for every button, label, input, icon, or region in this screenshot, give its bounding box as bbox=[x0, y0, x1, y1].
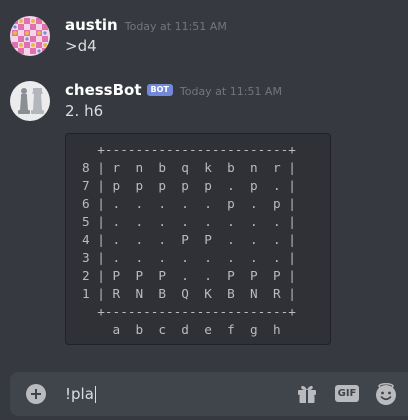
timestamp: Today at 11:51 AM bbox=[179, 85, 282, 98]
gift-icon bbox=[298, 386, 316, 403]
timestamp: Today at 11:51 AM bbox=[124, 20, 227, 33]
add-attachment-button[interactable] bbox=[26, 384, 46, 404]
message-composer: !pla GIF bbox=[10, 372, 408, 416]
chess-board-codeblock: +------------------------+ 8 | r n b q k… bbox=[65, 133, 331, 345]
message-header: austin Today at 11:51 AM bbox=[65, 16, 227, 34]
chess-board-text: +------------------------+ 8 | r n b q k… bbox=[82, 142, 296, 337]
chat-view: austin Today at 11:51 AM >d4 chessBot BO… bbox=[0, 0, 408, 420]
gif-picker-button[interactable]: GIF bbox=[335, 382, 359, 406]
plus-icon bbox=[31, 389, 41, 399]
username[interactable]: chessBot bbox=[65, 81, 142, 99]
chess-pieces-avatar-icon[interactable] bbox=[10, 81, 50, 121]
message-content: 2. h6 bbox=[65, 102, 104, 120]
text-caret bbox=[94, 385, 96, 403]
gift-button[interactable] bbox=[295, 382, 319, 406]
bot-badge: BOT bbox=[146, 84, 173, 96]
gif-icon: GIF bbox=[335, 385, 359, 402]
message-input-value: !pla bbox=[65, 385, 94, 403]
emoji-picker-button[interactable] bbox=[374, 382, 398, 406]
username[interactable]: austin bbox=[65, 16, 118, 34]
message-input[interactable]: !pla bbox=[65, 384, 96, 404]
message-content: >d4 bbox=[65, 37, 97, 55]
smiley-icon bbox=[376, 383, 396, 405]
checkered-avatar-icon[interactable] bbox=[10, 16, 50, 56]
message-header: chessBot BOT Today at 11:51 AM bbox=[65, 81, 282, 99]
